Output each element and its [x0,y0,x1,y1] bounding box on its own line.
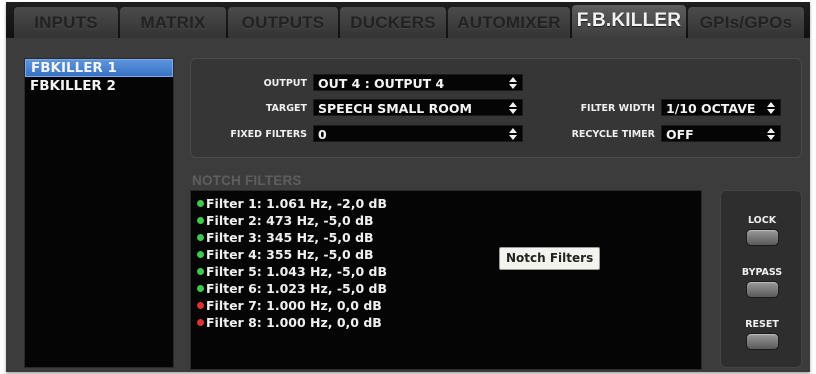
filter-row: Filter 7: 1.000 Hz, 0,0 dB [197,297,382,314]
filter-row: Filter 2: 473 Hz, -5,0 dB [197,212,374,229]
status-dot-icon [197,200,204,207]
filter-row: Filter 6: 1.023 Hz, -5,0 dB [197,280,387,297]
output-label: OUTPUT [263,78,307,89]
select-arrows-icon [508,75,518,90]
tab-fb-killer[interactable]: F.B.KILLER [572,5,686,39]
status-dot-icon [197,319,204,326]
filter-row: Filter 5: 1.043 Hz, -5,0 dB [197,263,387,280]
filter-text: Filter 7: 1.000 Hz, 0,0 dB [206,298,382,313]
settings-panel: OUTPUT OUT 4 : OUTPUT 4 TARGET SPEECH SM… [190,58,802,158]
fb-killer-instance-list[interactable]: FBKILLER 1 FBKILLER 2 [24,58,174,368]
recycle-timer-select-value: OFF [666,127,694,142]
target-label: TARGET [265,103,307,114]
filter-text: Filter 1: 1.061 Hz, -2,0 dB [206,196,388,211]
filter-width-select-value: 1/10 OCTAVE [666,101,756,116]
filter-text: Filter 6: 1.023 Hz, -5,0 dB [206,281,388,296]
bypass-label: BYPASS [741,267,783,278]
filter-text: Filter 3: 345 Hz, -5,0 dB [206,230,374,245]
status-dot-icon [197,302,204,309]
filter-width-select[interactable]: 1/10 OCTAVE [661,99,781,116]
filter-row: Filter 4: 355 Hz, -5,0 dB [197,246,374,263]
select-arrows-icon [766,100,776,115]
target-select-value: SPEECH SMALL ROOM [318,101,472,116]
filter-text: Filter 2: 473 Hz, -5,0 dB [206,213,374,228]
filter-text: Filter 8: 1.000 Hz, 0,0 dB [206,315,382,330]
notch-filters-tooltip: Notch Filters [499,247,601,270]
fb-killer-window: INPUTS MATRIX OUTPUTS DUCKERS AUTOMIXER … [6,2,810,372]
lock-label: LOCK [747,215,777,226]
recycle-timer-select[interactable]: OFF [661,125,781,142]
tab-outputs[interactable]: OUTPUTS [228,7,338,38]
tab-automixer[interactable]: AUTOMIXER [448,7,570,38]
notch-filters-list: Filter 1: 1.061 Hz, -2,0 dB Filter 2: 47… [190,190,702,370]
filter-row: Filter 8: 1.000 Hz, 0,0 dB [197,314,382,331]
notch-filters-title: NOTCH FILTERS [192,173,302,188]
tab-gpis-gpos[interactable]: GPIs/GPOs [688,7,804,38]
reset-button[interactable] [746,333,779,350]
output-select[interactable]: OUT 4 : OUTPUT 4 [313,74,523,91]
bypass-button[interactable] [746,281,779,298]
status-dot-icon [197,251,204,258]
recycle-timer-label: RECYCLE TIMER [571,129,655,140]
fixed-filters-label: FIXED FILTERS [230,129,307,140]
status-dot-icon [197,217,204,224]
select-arrows-icon [766,126,776,141]
target-select[interactable]: SPEECH SMALL ROOM [313,99,523,116]
fixed-filters-select[interactable]: 0 [313,125,523,142]
output-select-value: OUT 4 : OUTPUT 4 [318,76,445,91]
actions-panel: LOCK BYPASS RESET [720,190,802,368]
select-arrows-icon [508,100,518,115]
status-dot-icon [197,285,204,292]
select-arrows-icon [508,126,518,141]
fixed-filters-select-value: 0 [318,127,327,142]
lock-button[interactable] [746,229,779,246]
filter-row: Filter 3: 345 Hz, -5,0 dB [197,229,374,246]
filter-text: Filter 5: 1.043 Hz, -5,0 dB [206,264,388,279]
tab-bar: INPUTS MATRIX OUTPUTS DUCKERS AUTOMIXER … [6,2,810,39]
filter-width-label: FILTER WIDTH [580,103,655,114]
filter-row: Filter 1: 1.061 Hz, -2,0 dB [197,195,387,212]
status-dot-icon [197,268,204,275]
reset-label: RESET [745,319,779,330]
filter-text: Filter 4: 355 Hz, -5,0 dB [206,247,374,262]
status-dot-icon [197,234,204,241]
instance-item-fbkiller-2[interactable]: FBKILLER 2 [25,77,173,95]
tab-matrix[interactable]: MATRIX [120,7,226,38]
tab-duckers[interactable]: DUCKERS [340,7,446,38]
tab-inputs[interactable]: INPUTS [14,7,118,38]
instance-item-fbkiller-1[interactable]: FBKILLER 1 [25,59,173,77]
